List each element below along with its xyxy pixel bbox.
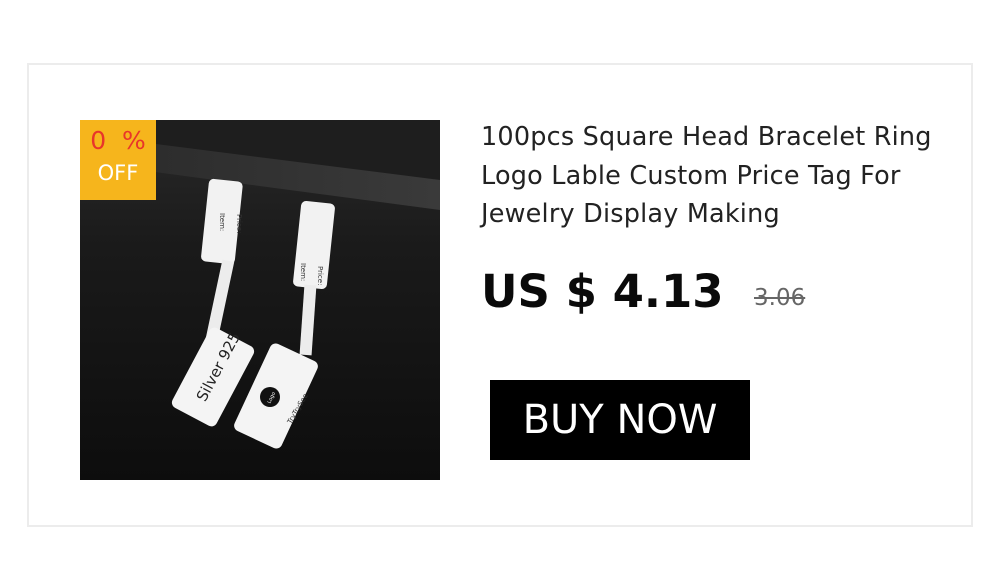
product-title[interactable]: 100pcs Square Head Bracelet Ring Logo La… — [481, 118, 951, 234]
svg-text:Item:: Item: — [218, 213, 226, 231]
svg-text:Price:: Price: — [235, 214, 243, 233]
svg-text:Item:: Item: — [299, 263, 307, 281]
discount-badge: 0 % OFF — [80, 120, 156, 200]
product-price: US $ 4.13 — [481, 265, 724, 318]
buy-now-button[interactable]: BUY NOW — [490, 380, 750, 460]
discount-percent: 0 % — [90, 126, 146, 155]
svg-text:Price:: Price: — [316, 266, 324, 285]
original-price: 3.06 — [754, 285, 806, 311]
discount-off-label: OFF — [97, 161, 139, 185]
